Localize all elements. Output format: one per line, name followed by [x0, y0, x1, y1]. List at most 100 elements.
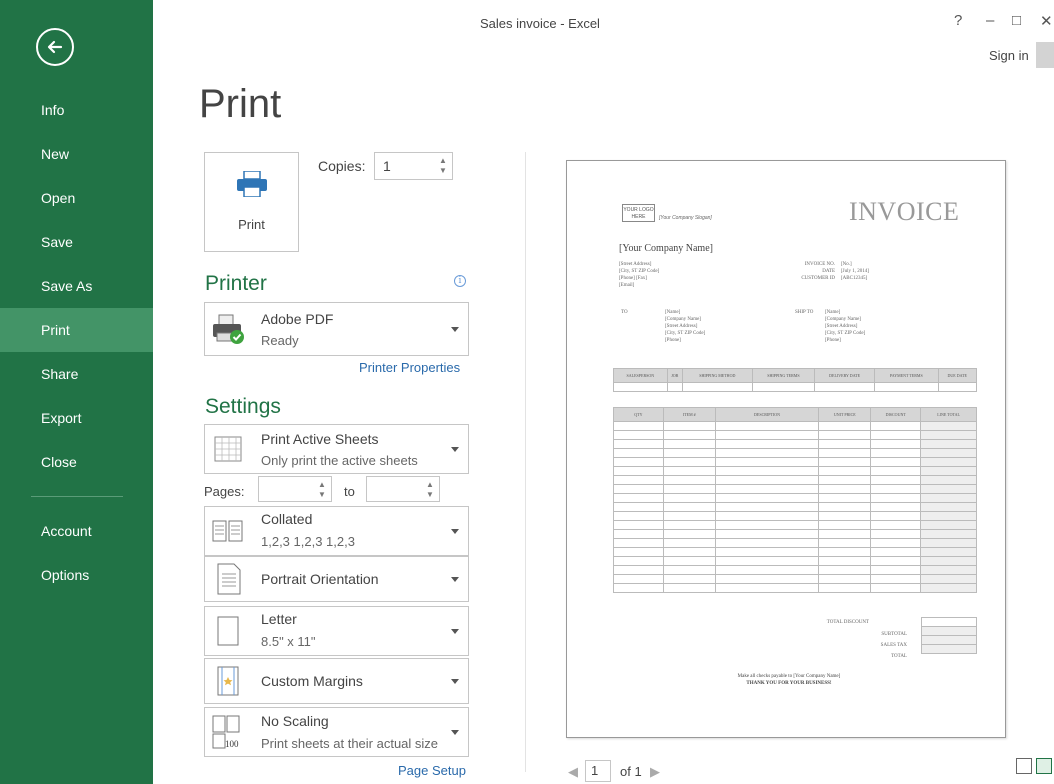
preview-totals-labels: SUBTOTAL SALES TAX TOTAL: [867, 629, 907, 662]
nav-open[interactable]: Open: [0, 176, 153, 220]
copies-spinner[interactable]: ▲ ▼: [438, 156, 448, 176]
nav-share[interactable]: Share: [0, 352, 153, 396]
preview-to-line: [City, ST ZIP Code]: [665, 331, 706, 336]
chevron-down-icon: [451, 529, 459, 534]
pages-to-input[interactable]: ▲ ▼: [366, 476, 440, 502]
table-row: [613, 448, 977, 458]
show-margins-icon[interactable]: [1016, 758, 1032, 774]
nav-export[interactable]: Export: [0, 396, 153, 440]
preview-ship-line: [Name]: [825, 310, 841, 315]
nav-save-as[interactable]: Save As: [0, 264, 153, 308]
table-row: [613, 475, 977, 485]
preview-to-line: [Phone]: [665, 338, 681, 343]
scaling-title: No Scaling: [261, 713, 329, 729]
print-button-label: Print: [238, 217, 265, 232]
printer-dropdown[interactable]: Adobe PDF Ready: [204, 302, 469, 356]
nav-account[interactable]: Account: [0, 509, 153, 553]
table-row: [921, 617, 977, 627]
collated-icon: [212, 520, 243, 542]
preview-meta-values: [No.] [July 1, 2014] [ABC12345]: [841, 261, 869, 282]
orientation-title: Portrait Orientation: [261, 571, 379, 587]
preview-ship-line: [Phone]: [825, 338, 841, 343]
chevron-down-icon: [451, 629, 459, 634]
preview-ship-header: JOB: [666, 368, 683, 383]
printer-properties-link[interactable]: Printer Properties: [359, 360, 460, 375]
nav-new[interactable]: New: [0, 132, 153, 176]
preview-meta-value: [July 1, 2014]: [841, 269, 869, 274]
preview-totals-label: TOTAL: [891, 654, 907, 659]
minimize-button[interactable]: –: [986, 12, 994, 29]
nav-info[interactable]: Info: [0, 88, 153, 132]
pages-to-spinner[interactable]: ▲ ▼: [425, 480, 435, 500]
page-count-label: of 1: [620, 764, 642, 779]
preview-meta-label: CUSTOMER ID: [801, 276, 835, 281]
table-row: [613, 457, 977, 467]
info-icon[interactable]: i: [454, 275, 466, 287]
preview-shipping-table: SALESPERSON JOB SHIPPING METHOD SHIPPING…: [613, 368, 978, 392]
table-row: [613, 382, 978, 392]
nav-options[interactable]: Options: [0, 553, 153, 597]
back-button[interactable]: [36, 28, 74, 66]
next-page-button[interactable]: ▶: [650, 764, 660, 780]
preview-company-name: [Your Company Name]: [619, 243, 713, 254]
column-divider: [525, 152, 526, 772]
nav-close[interactable]: Close: [0, 440, 153, 484]
table-row: [613, 439, 977, 449]
orientation-dropdown[interactable]: Portrait Orientation: [204, 556, 469, 602]
preview-address-line: [Email]: [619, 283, 635, 288]
prev-page-button[interactable]: ◀: [568, 764, 578, 780]
nav-print[interactable]: Print: [0, 308, 153, 352]
preview-totals-label: SUBTOTAL: [881, 632, 907, 637]
preview-to-line: [Street Address]: [665, 324, 698, 329]
table-row: [921, 644, 977, 654]
copies-input[interactable]: 1 ▲ ▼: [374, 152, 453, 180]
margins-title: Custom Margins: [261, 673, 363, 689]
preview-ship-line: [City, ST ZIP Code]: [825, 331, 866, 336]
table-row: [613, 574, 977, 584]
page-title: Print: [199, 82, 282, 126]
pages-from-input[interactable]: ▲ ▼: [258, 476, 332, 502]
scaling-icon-text: 100: [225, 739, 239, 749]
table-row: [613, 502, 977, 512]
paper-size-dropdown[interactable]: Letter 8.5" x 11": [204, 606, 469, 656]
print-what-dropdown[interactable]: Print Active Sheets Only print the activ…: [204, 424, 469, 474]
preview-address-line: [Street Address]: [619, 262, 652, 267]
page-setup-link[interactable]: Page Setup: [398, 763, 466, 778]
paper-size-subtitle: 8.5" x 11": [261, 634, 316, 649]
help-button[interactable]: ?: [954, 12, 962, 29]
nav-save[interactable]: Save: [0, 220, 153, 264]
chevron-down-icon: [451, 327, 459, 332]
paper-size-title: Letter: [261, 611, 297, 627]
sign-in-link[interactable]: Sign in: [989, 48, 1029, 63]
collation-dropdown[interactable]: Collated 1,2,3 1,2,3 1,2,3: [204, 506, 469, 556]
table-row: [613, 484, 977, 494]
preview-ship-line: [Street Address]: [825, 324, 858, 329]
print-what-title: Print Active Sheets: [261, 431, 379, 447]
preview-ship-line: [Company Name]: [825, 317, 861, 322]
copies-label: Copies:: [318, 158, 366, 174]
pdf-printer-icon: [213, 314, 244, 344]
avatar[interactable]: [1036, 42, 1054, 68]
current-page-input[interactable]: 1: [585, 760, 611, 782]
copies-value: 1: [383, 158, 391, 174]
print-button[interactable]: Print: [204, 152, 299, 252]
margins-dropdown[interactable]: Custom Margins: [204, 658, 469, 704]
zoom-to-page-icon[interactable]: [1036, 758, 1052, 774]
paper-icon: [217, 616, 239, 646]
chevron-down-icon: [451, 577, 459, 582]
maximize-button[interactable]: □: [1012, 12, 1021, 29]
close-window-button[interactable]: ✕: [1040, 12, 1053, 30]
margins-icon: [217, 666, 239, 696]
scaling-dropdown[interactable]: 100 No Scaling Print sheets at their act…: [204, 707, 469, 757]
table-row: [921, 626, 977, 636]
backstage-sidebar: Info New Open Save Save As Print Share E…: [0, 0, 153, 784]
scaling-icon: 100: [212, 715, 240, 749]
preview-ship-to-label: SHIP TO: [795, 310, 814, 315]
preview-ship-header: PAYMENT TERMS: [874, 368, 939, 383]
back-arrow-icon: [47, 40, 63, 54]
table-row: [613, 556, 977, 566]
settings-heading: Settings: [205, 395, 281, 418]
preview-footer-line2: THANK YOU FOR YOUR BUSINESS!: [746, 681, 832, 686]
preview-to-line: [Name]: [665, 310, 681, 315]
pages-from-spinner[interactable]: ▲ ▼: [317, 480, 327, 500]
